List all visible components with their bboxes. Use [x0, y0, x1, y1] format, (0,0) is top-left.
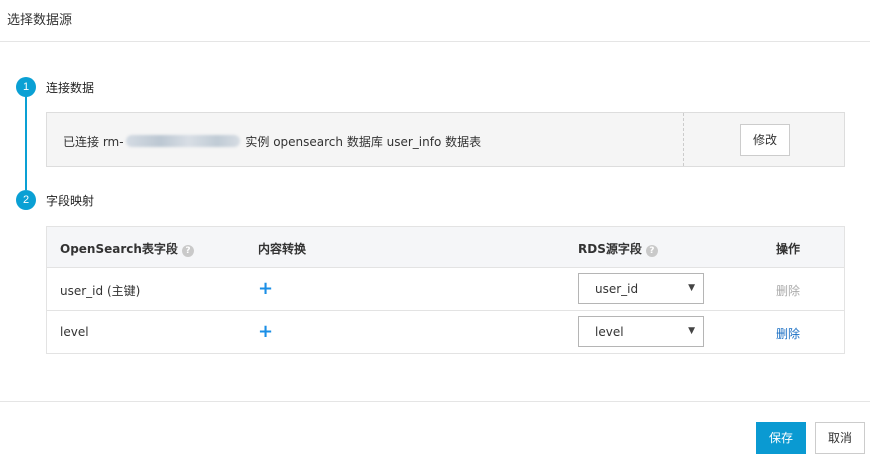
help-icon[interactable]: ?: [645, 245, 658, 257]
add-transform-icon[interactable]: +: [258, 280, 273, 298]
header-opensearch-field-label: OpenSearch表字段: [60, 242, 178, 256]
connection-text-prefix: 已连接 rm-: [63, 135, 124, 149]
step-1-badge: 1: [16, 77, 36, 97]
header-content-transform: 内容转换: [258, 242, 307, 256]
opensearch-field-name: level: [60, 325, 89, 339]
rds-field-value: user_id: [595, 282, 639, 296]
connection-status: 已连接 rm- 实例 opensearch 数据库 user_info 数据表: [63, 133, 481, 150]
table-row: user_id (主键) + user_id ▼ 删除: [47, 268, 844, 311]
redacted-instance-id: [125, 135, 240, 147]
add-transform-icon[interactable]: +: [258, 323, 273, 341]
help-icon[interactable]: ?: [181, 245, 194, 257]
rds-field-select[interactable]: user_id ▼: [578, 273, 704, 304]
footer-divider: [0, 401, 870, 402]
caret-down-icon: ▼: [688, 283, 695, 293]
step-2-badge: 2: [16, 190, 36, 210]
connection-panel: 已连接 rm- 实例 opensearch 数据库 user_info 数据表 …: [46, 112, 845, 167]
cancel-button[interactable]: 取消: [815, 422, 865, 454]
rds-field-value: level: [595, 325, 624, 339]
opensearch-field-name: user_id (主键): [60, 284, 141, 298]
table-header: OpenSearch表字段? 内容转换 RDS源字段? 操作: [47, 227, 844, 268]
delete-link[interactable]: 删除: [776, 325, 800, 342]
dialog-title: 选择数据源: [7, 13, 73, 28]
step-2-label: 字段映射: [46, 194, 95, 208]
panel-divider: [683, 113, 684, 166]
field-mapping-table: OpenSearch表字段? 内容转换 RDS源字段? 操作 user_id (…: [46, 226, 845, 354]
header-opensearch-field: OpenSearch表字段?: [60, 240, 194, 257]
step-connector-line: [25, 96, 27, 190]
connection-text-suffix: 实例 opensearch 数据库 user_info 数据表: [241, 135, 482, 149]
header-rds-field-label: RDS源字段: [578, 242, 642, 256]
step-1-label: 连接数据: [46, 81, 95, 95]
table-row: level + level ▼ 删除: [47, 311, 844, 354]
caret-down-icon: ▼: [688, 326, 695, 336]
modify-button[interactable]: 修改: [740, 124, 790, 156]
save-button[interactable]: 保存: [756, 422, 806, 454]
delete-link: 删除: [776, 284, 801, 298]
header-actions: 操作: [776, 242, 801, 256]
dialog-header: 选择数据源: [0, 0, 870, 42]
header-rds-field: RDS源字段?: [578, 240, 658, 257]
rds-field-select[interactable]: level ▼: [578, 316, 704, 347]
